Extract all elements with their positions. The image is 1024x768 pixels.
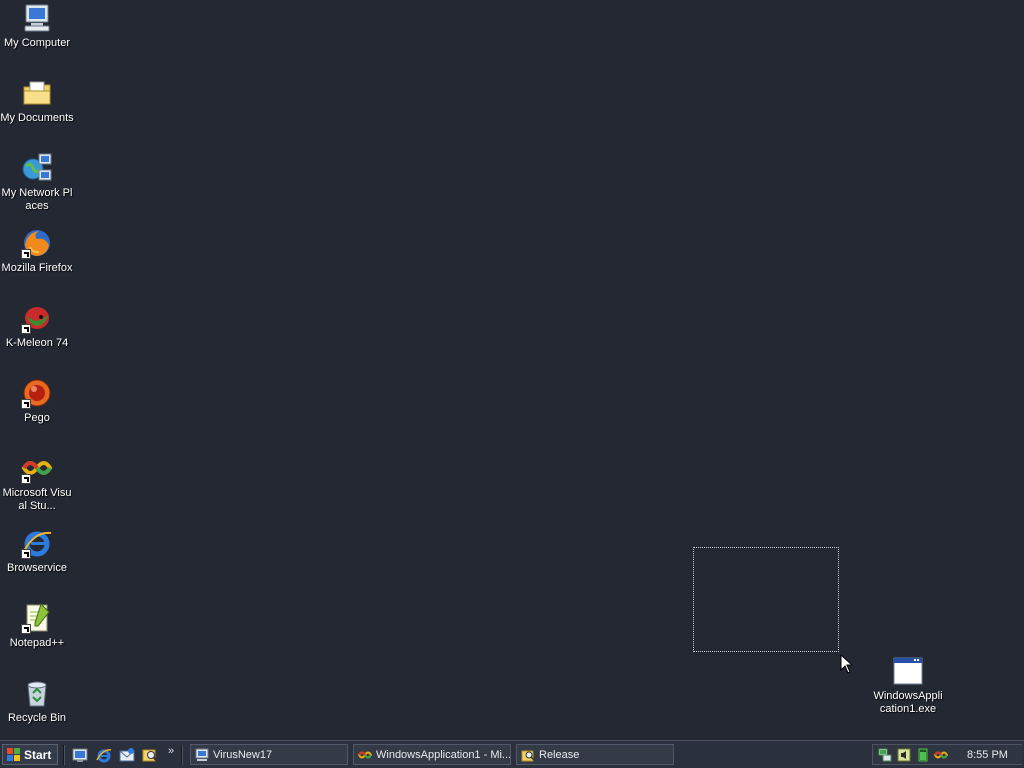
desktop-icon-my-network-places[interactable]: My Network Places [0,152,74,213]
visual-studio-icon [358,748,372,762]
desktop-icon-label: WindowsApplication1.exe [873,690,943,715]
desktop-icon-visual-studio[interactable]: Microsoft Visual Stu... [0,452,74,513]
battery-icon[interactable] [916,748,930,762]
my-documents-icon [21,77,53,109]
taskbar-button-windowsapplication1[interactable]: WindowsApplication1 - Mi... [353,744,511,765]
desktop-icon-k-meleon[interactable]: K-Meleon 74 [0,302,74,350]
taskbar-button-label: VirusNew17 [213,748,273,761]
desktop-icon-my-computer[interactable]: My Computer [0,2,74,50]
quick-launch-more-button[interactable]: » [168,745,174,757]
taskbar-button-label: WindowsApplication1 - Mi... [376,748,511,761]
desktop-icon-label: My Computer [3,37,71,49]
desktop-icon-label: Pego [24,412,50,424]
desktop-icon-label: Microsoft Visual Stu... [2,487,72,512]
desktop-icon-notepad-plus-plus[interactable]: Notepad++ [0,602,74,650]
mouse-cursor-icon [840,653,854,674]
selection-rectangle [693,547,839,652]
outlook-icon[interactable] [119,747,135,763]
taskbar-separator [181,745,183,765]
taskbar-button-release[interactable]: Release [516,744,674,765]
desktop-icon-browservice[interactable]: Browservice [0,527,74,575]
desktop-icon-label: My Network Places [1,187,73,212]
desktop[interactable]: My Computer My Documents My Network Plac… [0,0,1024,740]
desktop-icon-recycle-bin[interactable]: Recycle Bin [0,677,74,725]
network-icon[interactable] [878,748,892,762]
taskbar-button-virusnew17[interactable]: VirusNew17 [190,744,348,765]
start-label: Start [24,747,52,762]
pego-icon [21,377,53,409]
start-button[interactable]: Start [2,744,58,765]
show-desktop-icon[interactable] [72,747,88,763]
desktop-icon-my-documents[interactable]: My Documents [0,77,74,125]
system-tray: 8:55 PM [872,744,1022,765]
exe-window-icon [892,655,924,687]
notepad-plus-plus-icon [21,602,53,634]
desktop-icon-label: K-Meleon 74 [5,337,69,349]
visual-studio-icon [21,452,53,484]
firefox-icon [21,227,53,259]
folder-search-icon [521,748,535,762]
network-places-icon [21,152,53,184]
recycle-bin-icon [21,677,53,709]
internet-explorer-icon[interactable] [96,747,112,763]
desktop-icon-pego[interactable]: Pego [0,377,74,425]
shortcut-arrow-icon [21,549,31,559]
desktop-icon-label: My Documents [0,112,74,124]
computer-icon [195,748,209,762]
shortcut-arrow-icon [21,249,31,259]
visual-studio-tray-icon[interactable] [934,748,948,762]
desktop-icon-label: Mozilla Firefox [1,262,73,274]
search-icon[interactable] [142,747,158,763]
my-computer-icon [21,2,53,34]
taskbar-button-label: Release [539,748,580,761]
clock[interactable]: 8:55 PM [967,749,1008,761]
windows-flag-icon [7,747,21,762]
shortcut-arrow-icon [21,624,31,634]
desktop-icon-label: Notepad++ [9,637,65,649]
shortcut-arrow-icon [21,474,31,484]
shortcut-arrow-icon [21,399,31,409]
shortcut-arrow-icon [21,324,31,334]
speaker-icon[interactable] [897,748,911,762]
internet-explorer-icon [21,527,53,559]
taskbar-separator [63,745,65,765]
desktop-icon-mozilla-firefox[interactable]: Mozilla Firefox [0,227,74,275]
k-meleon-icon [21,302,53,334]
desktop-icon-windows-application-exe[interactable]: WindowsApplication1.exe [871,655,945,716]
desktop-icon-label: Browservice [7,562,67,574]
desktop-icon-label: Recycle Bin [7,712,67,724]
taskbar: Start » VirusNew17 WindowsApplication1 -… [0,740,1024,768]
